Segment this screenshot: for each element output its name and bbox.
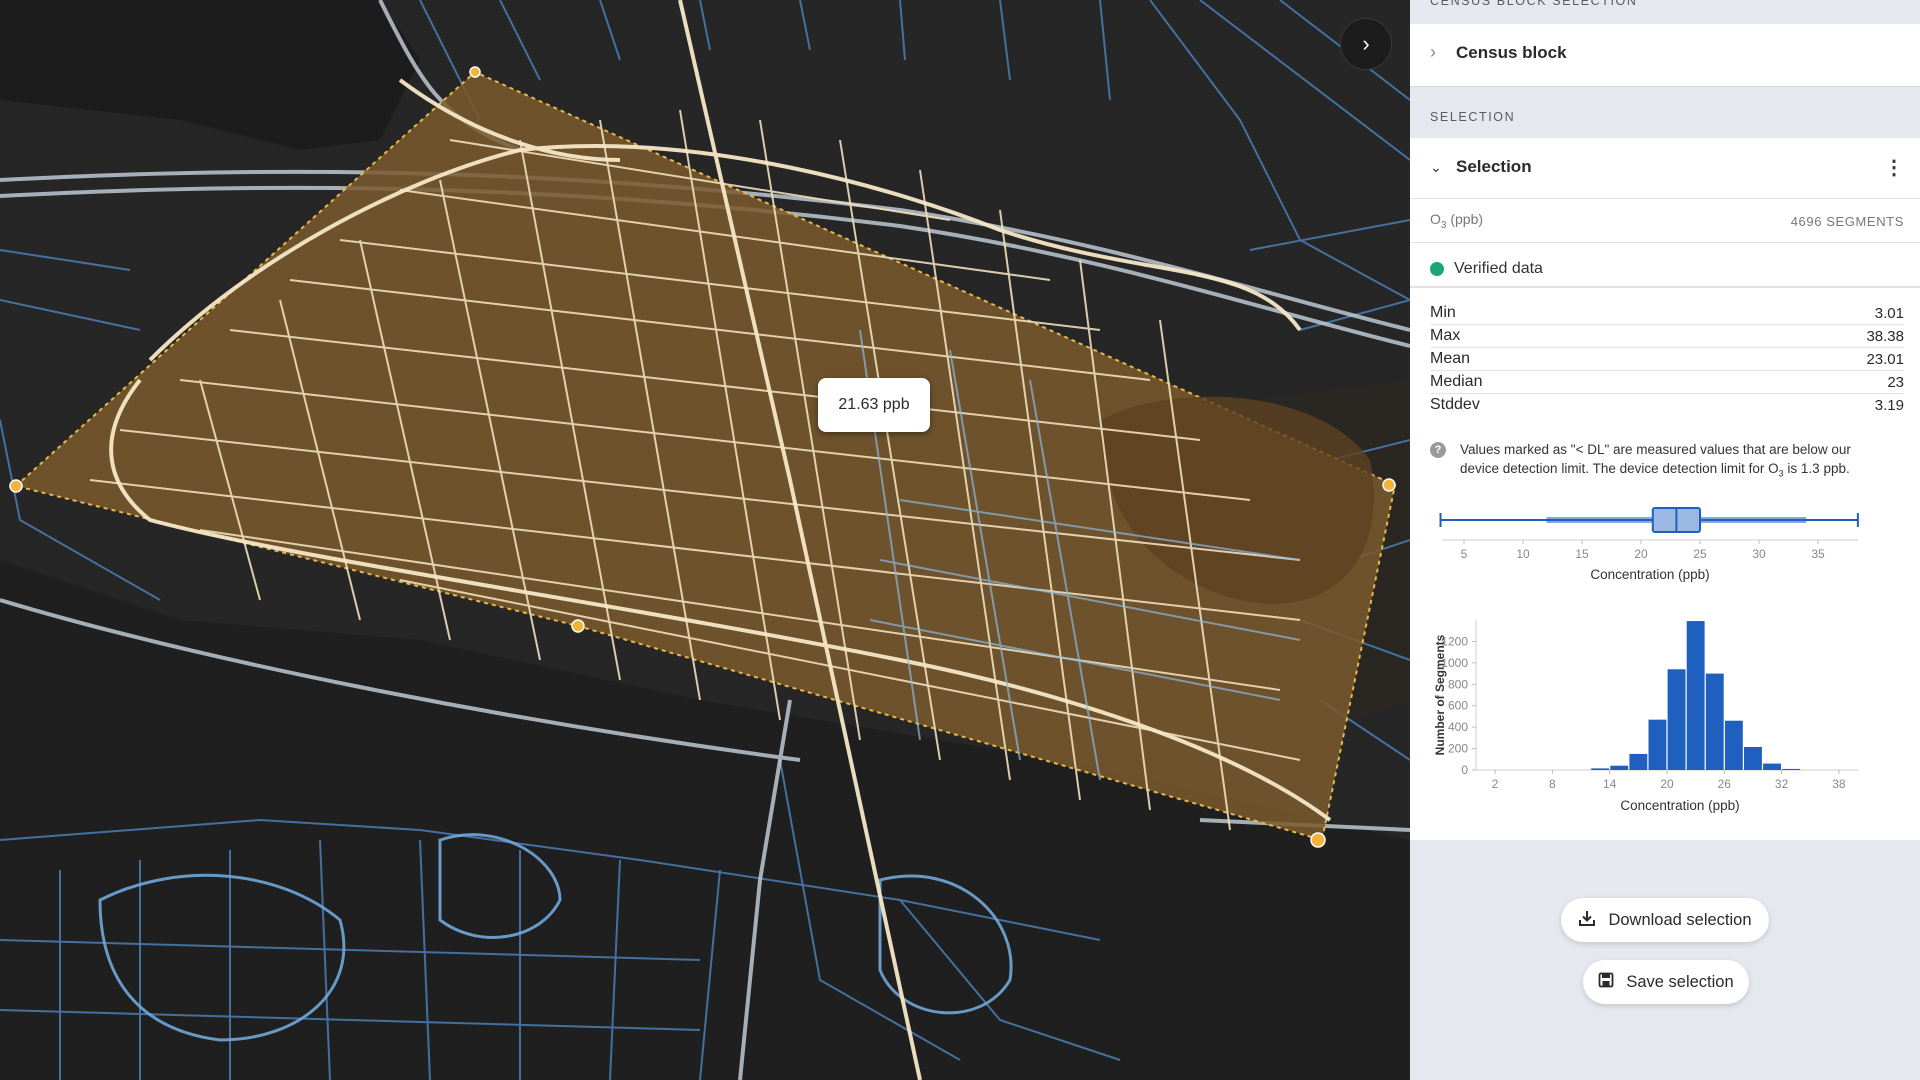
- histogram-bar: [1705, 673, 1724, 770]
- census-block-label: Census block: [1456, 42, 1567, 62]
- segments-count: 4696 SEGMENTS: [1790, 213, 1904, 229]
- vertex-handle[interactable]: [1382, 478, 1396, 492]
- map-view[interactable]: 21.63 ppb ›: [0, 0, 1410, 1080]
- histogram-bar: [1667, 669, 1686, 770]
- vertex-handle[interactable]: [1310, 832, 1326, 848]
- save-selection-button[interactable]: Save selection: [1583, 960, 1749, 1004]
- help-icon[interactable]: ?: [1430, 442, 1446, 458]
- histogram-x-tick-label: 8: [1549, 777, 1556, 791]
- histogram-x-tick-label: 26: [1718, 777, 1732, 791]
- stat-row-max: Max 38.38: [1430, 325, 1904, 348]
- histogram-y-tick-label: 400: [1448, 720, 1468, 734]
- boxplot-tick-label: 10: [1516, 547, 1530, 561]
- histogram-y-tick-label: 800: [1448, 677, 1468, 691]
- histogram-bar: [1724, 720, 1743, 770]
- histogram-x-tick-label: 2: [1492, 777, 1499, 791]
- histogram-bar: [1591, 768, 1610, 770]
- pollutant-label: O3 (ppb): [1430, 211, 1484, 231]
- more-options-icon[interactable]: ⋮: [1884, 155, 1904, 180]
- stat-row-mean: Mean 23.01: [1430, 348, 1904, 371]
- histogram-y-tick-label: 0: [1461, 763, 1468, 777]
- vertex-handle[interactable]: [469, 66, 481, 78]
- boxplot-tick-label: 30: [1752, 547, 1766, 561]
- boxplot-tick-label: 15: [1575, 547, 1589, 561]
- boxplot-tick-label: 20: [1634, 547, 1648, 561]
- stat-row-stddev: Stddev 3.19: [1430, 396, 1904, 414]
- selection-card: ⌄ Selection ⋮ O3 (ppb) 4696 SEGMENTS Ver…: [1410, 138, 1920, 840]
- histogram-bar: [1648, 719, 1667, 770]
- histogram-x-tick-label: 32: [1775, 777, 1789, 791]
- chevron-right-icon: ›: [1430, 42, 1436, 62]
- download-icon: [1578, 909, 1596, 932]
- boxplot-x-label: Concentration (ppb): [1590, 567, 1709, 582]
- side-panel: CENSUS BLOCK SELECTION › Census block SE…: [1410, 0, 1920, 1080]
- histogram-x-tick-label: 20: [1660, 777, 1674, 791]
- verified-dot-icon: [1430, 262, 1444, 276]
- detection-limit-note: ? Values marked as "< DL" are measured v…: [1430, 440, 1904, 484]
- stat-row-median: Median 23: [1430, 371, 1904, 394]
- census-block-item[interactable]: › Census block: [1410, 24, 1920, 87]
- histogram-y-tick-label: 200: [1448, 742, 1468, 756]
- histogram-bar: [1686, 621, 1705, 770]
- histogram-x-tick-label: 38: [1832, 777, 1846, 791]
- census-section-header: CENSUS BLOCK SELECTION: [1430, 0, 1638, 8]
- boxplot-tick-label: 35: [1811, 547, 1825, 561]
- verified-label: Verified data: [1454, 260, 1543, 277]
- selection-title: Selection: [1456, 157, 1532, 176]
- boxplot-tick-label: 25: [1693, 547, 1707, 561]
- selection-section-header: SELECTION: [1430, 110, 1516, 124]
- histogram-chart: 0200400600800100012002 8 14 20 26 32 38Concent…: [1433, 620, 1858, 813]
- map-tooltip: 21.63 ppb: [818, 378, 930, 432]
- vertex-handle[interactable]: [571, 619, 585, 633]
- download-selection-button[interactable]: Download selection: [1561, 898, 1769, 942]
- chevron-down-icon[interactable]: ⌄: [1430, 159, 1450, 176]
- chevron-right-icon: ›: [1362, 31, 1370, 56]
- collapse-panel-button[interactable]: ›: [1340, 18, 1392, 70]
- street-map[interactable]: [0, 0, 1410, 1080]
- vertex-handle[interactable]: [9, 479, 23, 493]
- histogram-bar: [1744, 746, 1762, 770]
- histogram-y-label: Number of Segments: [1433, 634, 1447, 755]
- histogram-x-label: Concentration (ppb): [1620, 798, 1739, 813]
- histogram-bar: [1763, 763, 1781, 770]
- histogram-bar: [1782, 768, 1801, 770]
- save-icon: [1598, 972, 1614, 993]
- stat-row-min: Min 3.01: [1430, 302, 1904, 325]
- histogram-bar: [1629, 753, 1648, 770]
- boxplot-tick-label: 5: [1461, 547, 1468, 561]
- histogram-y-tick-label: 600: [1448, 699, 1468, 713]
- boxplot-chart: 5 10 15 20 25 30 35 Concentration (ppb): [1439, 507, 1859, 582]
- tooltip-value: 21.63 ppb: [838, 396, 910, 413]
- histogram-bar: [1610, 765, 1629, 770]
- histogram-x-tick-label: 14: [1603, 777, 1617, 791]
